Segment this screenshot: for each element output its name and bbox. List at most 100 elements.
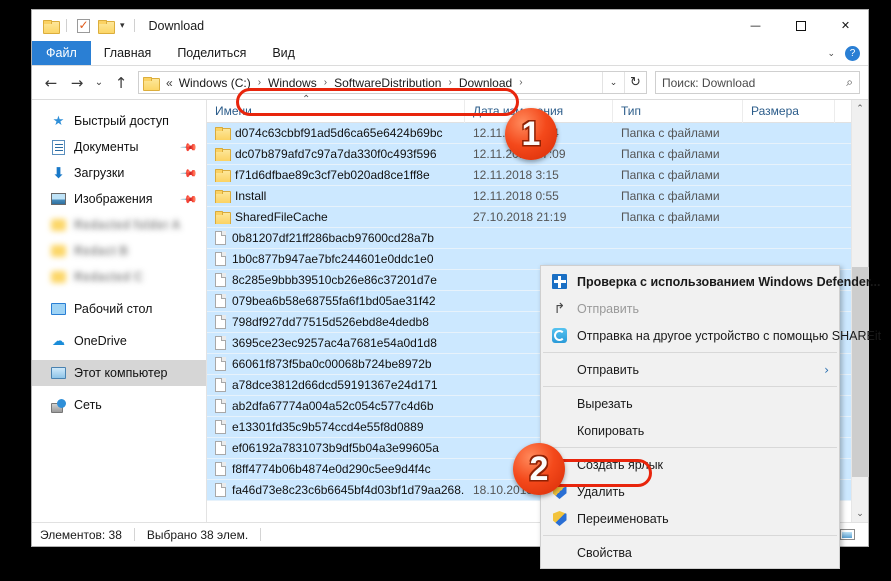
sidebar-item-network[interactable]: Сеть bbox=[32, 392, 206, 418]
file-icon bbox=[215, 462, 226, 476]
file-name-label: fa46d73e8c23c6b6645bf4d03bf1d79aa268... bbox=[232, 483, 465, 497]
menu-item[interactable]: Отправить › bbox=[541, 356, 839, 383]
menu-item[interactable]: Свойства bbox=[541, 539, 839, 566]
file-date-cell: 27.10.2018 21:19 bbox=[473, 210, 567, 224]
menu-item[interactable]: Отправка на другое устройство с помощью … bbox=[541, 322, 881, 349]
file-name-cell: d074c63cbbf91ad5d6ca65e6424b69bc bbox=[207, 126, 465, 140]
breadcrumb-separator-2[interactable]: › bbox=[320, 77, 331, 88]
menu-item[interactable]: Копировать bbox=[541, 417, 839, 444]
title-bar: ▾ Download — ✕ bbox=[32, 10, 868, 41]
file-icon bbox=[215, 336, 226, 350]
menu-icon-placeholder bbox=[551, 422, 568, 439]
file-icon bbox=[215, 399, 226, 413]
folder-icon bbox=[50, 269, 67, 286]
pin-icon[interactable]: 📌 bbox=[180, 138, 199, 157]
breadcrumb-item-softwaredistribution[interactable]: SoftwareDistribution bbox=[331, 76, 444, 90]
sidebar-item-label: Быстрый доступ bbox=[74, 114, 169, 128]
table-row[interactable]: Install 12.11.2018 0:55 Папка с файлами bbox=[207, 186, 851, 207]
back-button[interactable]: ← bbox=[38, 70, 64, 96]
sidebar-item-pictures[interactable]: Изображения 📌 bbox=[32, 186, 206, 212]
sidebar-item-this-pc[interactable]: Этот компьютер bbox=[32, 360, 206, 386]
sidebar-item-redacted-2[interactable]: Redact B bbox=[32, 238, 206, 264]
status-divider bbox=[133, 528, 135, 541]
menu-item-label: Проверка с использованием Windows Defend… bbox=[577, 274, 881, 289]
folder-icon bbox=[50, 243, 67, 260]
pin-icon[interactable]: 📌 bbox=[180, 164, 199, 183]
sidebar-item-quick-access[interactable]: ★ Быстрый доступ bbox=[32, 108, 206, 134]
menu-item[interactable]: Создать ярлык bbox=[541, 451, 839, 478]
folder-icon[interactable] bbox=[39, 15, 61, 37]
breadcrumb-item-windows-c[interactable]: Windows (C:) bbox=[176, 76, 254, 90]
menu-separator bbox=[543, 386, 837, 387]
menu-item[interactable]: Проверка с использованием Windows Defend… bbox=[541, 268, 880, 295]
up-button[interactable]: ↑ bbox=[108, 70, 134, 96]
sidebar-item-onedrive[interactable]: ☁ OneDrive bbox=[32, 328, 206, 354]
menu-item[interactable]: Вырезать bbox=[541, 390, 839, 417]
scrollbar-track[interactable] bbox=[851, 117, 869, 505]
search-input[interactable]: Поиск: Download ⌕ bbox=[655, 71, 860, 94]
context-menu: Проверка с использованием Windows Defend… bbox=[540, 265, 881, 569]
tab-file[interactable]: Файл bbox=[32, 41, 91, 65]
breadcrumb-separator-4[interactable]: › bbox=[515, 77, 526, 88]
new-folder-icon[interactable] bbox=[94, 15, 116, 37]
selected-count-label: Выбрано 38 элем. bbox=[146, 527, 249, 542]
items-count-label: Элементов: 38 bbox=[40, 527, 122, 542]
pin-icon[interactable]: 📌 bbox=[180, 190, 199, 209]
sidebar-item-desktop[interactable]: Рабочий стол bbox=[32, 296, 206, 322]
file-name-cell: f71d6dfbae89c3cf7eb020ad8ce1ff8e bbox=[207, 168, 465, 182]
minimize-button[interactable]: — bbox=[733, 10, 778, 41]
refresh-icon[interactable]: ↻ bbox=[624, 72, 646, 93]
sidebar-item-label: Redacted C bbox=[74, 270, 143, 284]
file-name-cell: 66061f873f5ba0c00068b724be8972b bbox=[207, 357, 465, 371]
table-row[interactable]: 0b81207df21ff286bacb97600cd28a7b bbox=[207, 228, 851, 249]
sidebar-item-redacted-3[interactable]: Redacted C bbox=[32, 264, 206, 290]
tab-share[interactable]: Поделиться bbox=[164, 41, 259, 65]
breadcrumb-item-download[interactable]: Download bbox=[456, 76, 515, 90]
sidebar-item-redacted-1[interactable]: Redacted folder A bbox=[32, 212, 206, 238]
customize-caret-icon[interactable]: ▾ bbox=[116, 20, 129, 31]
recent-locations-icon[interactable]: ⌄ bbox=[90, 70, 108, 96]
table-row[interactable]: f71d6dfbae89c3cf7eb020ad8ce1ff8e 12.11.20… bbox=[207, 165, 851, 186]
breadcrumb-dropdown-icon[interactable]: ⌄ bbox=[602, 72, 624, 93]
menu-item-label: Отправить bbox=[577, 301, 639, 316]
window-controls: — ✕ bbox=[733, 10, 868, 41]
breadcrumb[interactable]: « Windows (C:) › Windows › SoftwareDistr… bbox=[138, 71, 647, 94]
table-row[interactable]: SharedFileCache 27.10.2018 21:19 Папка с ф… bbox=[207, 207, 851, 228]
close-button[interactable]: ✕ bbox=[823, 10, 868, 41]
search-icon[interactable]: ⌕ bbox=[846, 75, 853, 90]
help-icon[interactable]: ? bbox=[845, 45, 860, 61]
column-header-name[interactable]: Имени bbox=[207, 99, 465, 123]
scrollbar-thumb[interactable] bbox=[851, 267, 869, 477]
menu-item-label: Создать ярлык bbox=[577, 457, 664, 472]
maximize-button[interactable] bbox=[778, 10, 823, 41]
tab-view[interactable]: Вид bbox=[259, 41, 308, 65]
sidebar-item-documents[interactable]: Документы 📌 bbox=[32, 134, 206, 160]
menu-item[interactable]: Удалить bbox=[541, 478, 839, 505]
computer-icon bbox=[50, 365, 67, 382]
file-icon bbox=[215, 378, 226, 392]
sidebar-item-downloads[interactable]: ⬇ Загрузки 📌 bbox=[32, 160, 206, 186]
ribbon-right-controls: ⌄ ? bbox=[827, 41, 868, 65]
file-type-cell: Папка с файлами bbox=[621, 147, 720, 161]
scroll-down-icon[interactable]: ⌄ bbox=[852, 505, 869, 522]
breadcrumb-item-windows[interactable]: Windows bbox=[265, 76, 320, 90]
share-arrow-icon: ↱ bbox=[553, 300, 566, 317]
sidebar-item-label: Документы bbox=[74, 140, 139, 154]
scroll-up-icon[interactable]: ⌃ bbox=[852, 100, 869, 117]
breadcrumb-separator-1[interactable]: › bbox=[254, 77, 265, 88]
column-header-size[interactable]: Размера bbox=[743, 99, 835, 123]
menu-item-label: Вырезать bbox=[577, 396, 633, 411]
tab-home[interactable]: Главная bbox=[91, 41, 165, 65]
menu-item-label: Удалить bbox=[577, 484, 625, 499]
menu-item[interactable]: Переименовать bbox=[541, 505, 839, 532]
folder-icon bbox=[215, 169, 231, 182]
sidebar-item-label: Загрузки bbox=[74, 166, 125, 180]
column-header-type[interactable]: Тип bbox=[613, 99, 743, 123]
forward-button[interactable]: → bbox=[64, 70, 90, 96]
breadcrumb-separator-3[interactable]: › bbox=[444, 77, 455, 88]
menu-item[interactable]: ↱ Отправить bbox=[541, 295, 839, 322]
file-name-cell: 0b81207df21ff286bacb97600cd28a7b bbox=[207, 231, 465, 245]
chevron-down-icon[interactable]: ⌄ bbox=[827, 48, 835, 59]
vertical-scrollbar[interactable]: ⌃ ⌄ bbox=[851, 100, 869, 522]
properties-checkmark-icon[interactable] bbox=[72, 15, 94, 37]
